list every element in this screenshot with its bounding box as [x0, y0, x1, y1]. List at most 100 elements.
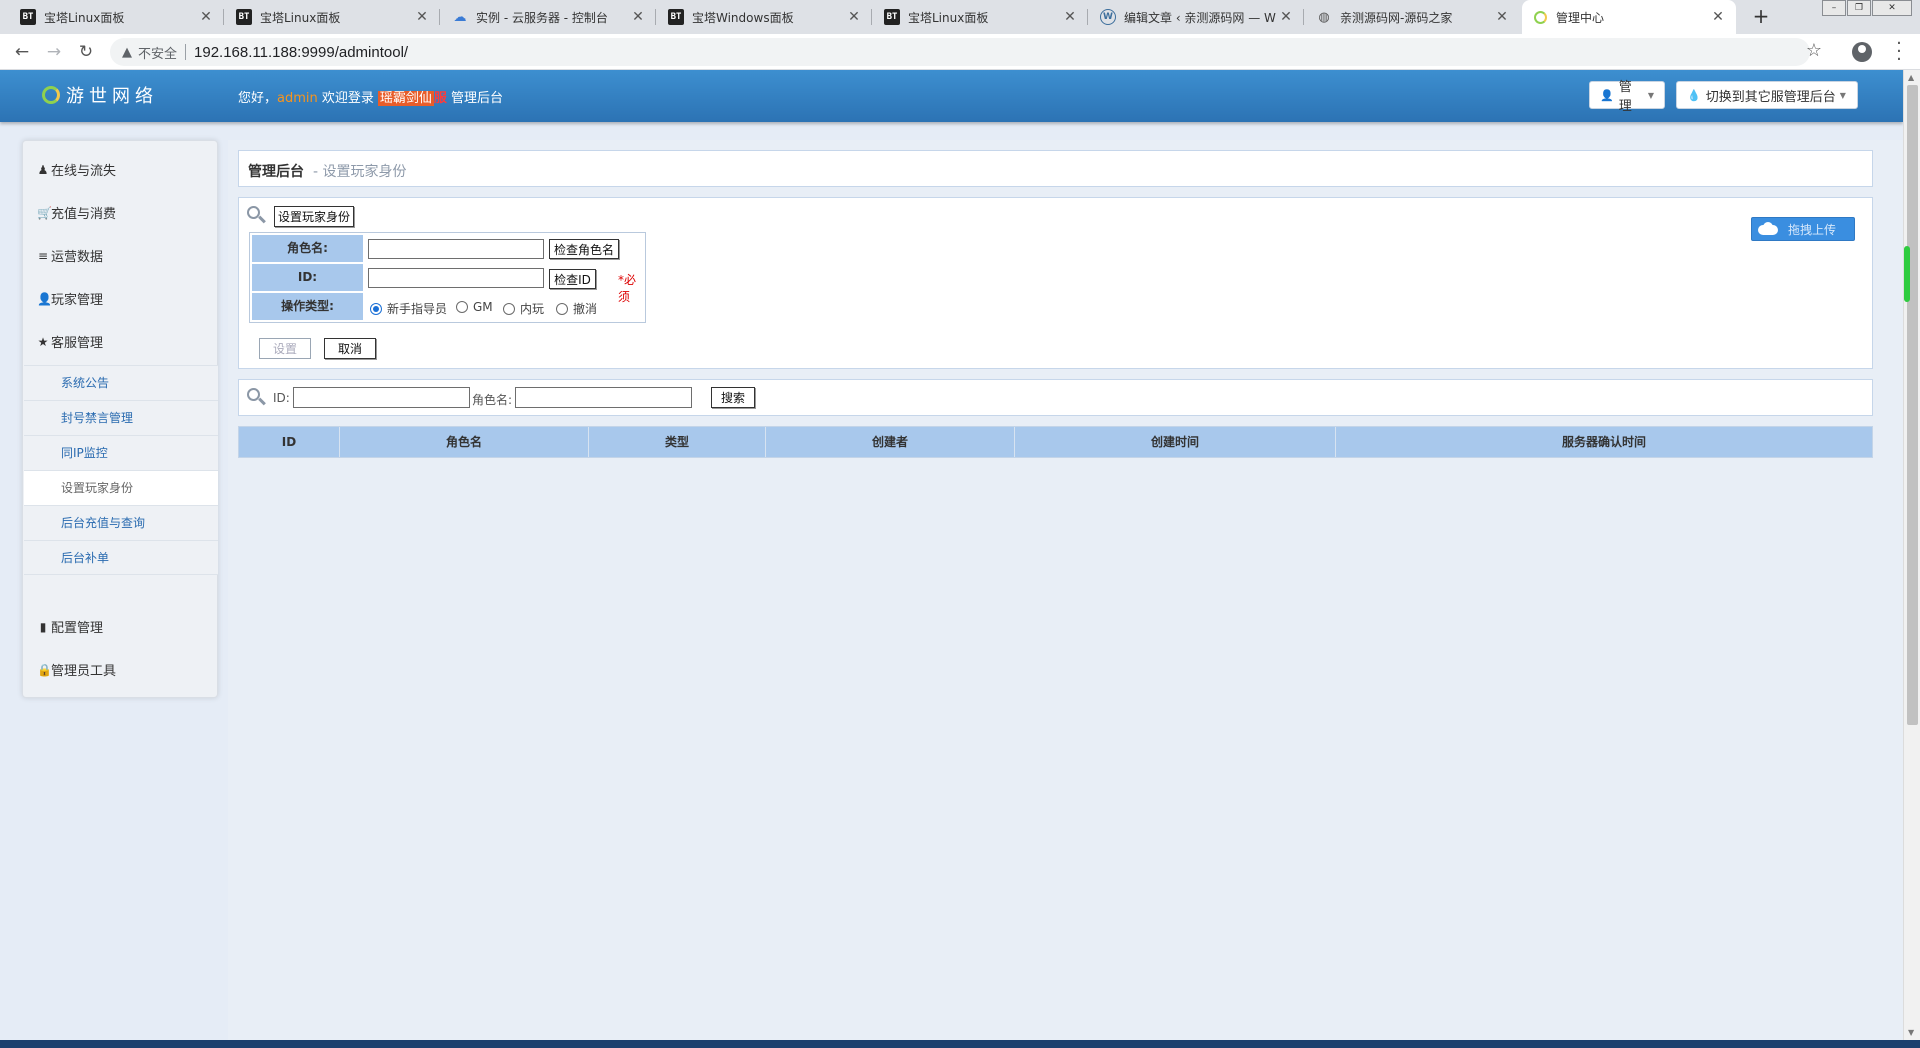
submenu-item-announcement[interactable]: 系统公告 — [24, 365, 218, 400]
submenu-item-order-fix[interactable]: 后台补单 — [24, 540, 218, 575]
set-identity-section-button[interactable]: 设置玩家身份 — [274, 206, 354, 227]
radio-newbie-guide[interactable]: 新手指导员 — [370, 300, 447, 317]
sidebar-item-online[interactable]: ♟ 在线与流失 — [37, 160, 116, 180]
address-bar-row: ← → ↻ ▲ 不安全 192.168.11.188:9999/admintoo… — [0, 34, 1920, 70]
search-role-input[interactable] — [515, 387, 692, 408]
app-header: 游世网络 您好，admin 欢迎登录 瑶霸剑仙服管理后台 👤 管理 ▼ 💧 切换到… — [0, 70, 1903, 122]
sidebar-item-operations[interactable]: ≡ 运营数据 — [37, 246, 103, 266]
game-name: 瑶霸剑仙 — [377, 91, 434, 106]
submenu-item-ip-monitor[interactable]: 同IP监控 — [24, 435, 218, 470]
minimize-button[interactable]: – — [1822, 0, 1846, 16]
admin-label: 管理后台 — [450, 91, 503, 106]
browser-tab[interactable]: BT 宝塔Windows面板 ✕ — [658, 0, 872, 34]
username: admin — [277, 91, 318, 106]
tab-title: 管理中心 — [1556, 10, 1605, 25]
close-icon[interactable]: ✕ — [1710, 9, 1726, 25]
tab-title: 宝塔Linux面板 — [260, 10, 341, 25]
radio-revoke[interactable]: 撤消 — [556, 300, 597, 317]
radio-internal[interactable]: 内玩 — [503, 300, 544, 317]
scrollbar-thumb[interactable] — [1907, 85, 1918, 725]
submit-button[interactable]: 设置 — [259, 338, 311, 359]
check-id-button[interactable]: 检查ID — [549, 269, 596, 289]
cancel-button[interactable]: 取消 — [324, 338, 376, 359]
search-button[interactable]: 搜索 — [711, 387, 755, 408]
switch-server-dropdown-button[interactable]: 💧 切换到其它服管理后台 ▼ — [1676, 81, 1858, 109]
forward-icon[interactable]: → — [42, 40, 66, 64]
book-icon: ▮ — [39, 619, 47, 634]
sidebar-item-config[interactable]: ▮ 配置管理 — [37, 617, 103, 637]
sidebar-item-customer-service[interactable]: ★ 客服管理 — [37, 332, 103, 352]
url-bar[interactable]: ▲ 不安全 192.168.11.188:9999/admintool/ — [110, 38, 1810, 66]
bt-panel-icon: BT — [20, 9, 36, 25]
column-header-server-confirm-time[interactable]: 服务器确认时间 — [1336, 427, 1872, 457]
radio-gm[interactable]: GM — [456, 300, 493, 314]
reload-icon[interactable]: ↻ — [74, 40, 98, 64]
close-icon[interactable]: ✕ — [846, 9, 862, 25]
tab-title: 宝塔Linux面板 — [44, 10, 125, 25]
scroll-up-icon[interactable]: ▲ — [1908, 73, 1914, 82]
browser-tab-active[interactable]: 管理中心 ✕ — [1522, 0, 1736, 34]
greeting: 您好， — [238, 91, 278, 106]
browser-tab[interactable]: ◍ 亲测源码网-源码之家 ✕ — [1306, 0, 1520, 34]
search-id-input[interactable] — [293, 387, 470, 408]
user-icon: 👤 — [1600, 88, 1614, 102]
page-scrollbar[interactable]: ▲ ▼ — [1903, 70, 1920, 1040]
person-icon: ♟ — [37, 162, 49, 177]
drop-icon: 💧 — [1687, 88, 1701, 102]
sidebar-item-label: 玩家管理 — [51, 293, 104, 308]
sidebar-item-admin-tools[interactable]: 🔒 管理员工具 — [37, 660, 116, 680]
close-window-button[interactable]: ✕ — [1872, 0, 1912, 16]
close-icon[interactable]: ✕ — [414, 9, 430, 25]
column-header-id[interactable]: ID — [239, 427, 340, 457]
new-tab-button[interactable]: + — [1748, 4, 1774, 30]
logo[interactable]: 游世网络 — [42, 82, 158, 108]
browser-tab[interactable]: BT 宝塔Linux面板 ✕ — [226, 0, 440, 34]
restore-button[interactable]: ❐ — [1847, 0, 1871, 16]
list-icon: ≡ — [37, 248, 49, 263]
submenu-item-recharge-query[interactable]: 后台充值与查询 — [24, 505, 218, 540]
user-icon: 👤 — [37, 291, 52, 306]
sidebar-item-recharge[interactable]: 🛒 充值与消费 — [37, 203, 117, 223]
close-icon[interactable]: ✕ — [1062, 9, 1078, 25]
cart-icon: 🛒 — [37, 205, 52, 220]
browser-tab[interactable]: ☁ 实例 - 云服务器 - 控制台 ✕ — [442, 0, 656, 34]
radio-icon — [556, 302, 568, 315]
browser-menu-icon[interactable]: · · · — [1893, 35, 1905, 69]
sidebar-item-players[interactable]: 👤 玩家管理 — [37, 289, 104, 309]
profile-avatar-icon[interactable] — [1852, 42, 1872, 62]
column-header-creator[interactable]: 创建者 — [766, 427, 1015, 457]
browser-tab[interactable]: BT 宝塔Linux面板 ✕ — [874, 0, 1088, 34]
id-input[interactable] — [368, 268, 544, 288]
role-name-input[interactable] — [368, 239, 544, 259]
globe-icon: ◍ — [1318, 9, 1330, 25]
sidebar-item-label: 充值与消费 — [51, 207, 117, 222]
submenu-item-set-identity[interactable]: 设置玩家身份 — [24, 470, 218, 505]
column-header-role-name[interactable]: 角色名 — [340, 427, 589, 457]
close-icon[interactable]: ✕ — [1494, 9, 1510, 25]
close-icon[interactable]: ✕ — [198, 9, 214, 25]
column-header-type[interactable]: 类型 — [589, 427, 766, 457]
browser-tab[interactable]: W 编辑文章 ‹ 亲测源码网 — W ✕ — [1090, 0, 1304, 34]
bookmark-star-icon[interactable]: ☆ — [1806, 40, 1822, 61]
search-id-label: ID: — [273, 391, 290, 405]
column-header-created-time[interactable]: 创建时间 — [1015, 427, 1336, 457]
identity-form-table: 角色名: 检查角色名 ID: 检查ID *必须 操作类型: 新手指导员 GM 内… — [249, 232, 646, 323]
check-role-name-button[interactable]: 检查角色名 — [549, 239, 619, 259]
drag-upload-button[interactable]: 拖拽上传 — [1751, 217, 1855, 241]
role-name-row: 角色名: 检查角色名 — [252, 235, 643, 262]
back-icon[interactable]: ← — [10, 40, 34, 64]
submenu-item-ban[interactable]: 封号禁言管理 — [24, 400, 218, 435]
role-name-label: 角色名: — [252, 235, 363, 262]
close-icon[interactable]: ✕ — [1278, 9, 1294, 25]
lock-icon: 🔒 — [37, 662, 52, 677]
scroll-down-icon[interactable]: ▼ — [1908, 1028, 1914, 1037]
browser-tab[interactable]: BT 宝塔Linux面板 ✕ — [10, 0, 224, 34]
tab-title: 宝塔Windows面板 — [692, 10, 794, 25]
operation-type-label: 操作类型: — [252, 293, 363, 320]
page-viewport: 游世网络 您好，admin 欢迎登录 瑶霸剑仙服管理后台 👤 管理 ▼ 💧 切换到… — [0, 70, 1903, 1040]
search-panel: ID: 角色名: 搜索 — [238, 379, 1873, 416]
logo-mark-icon — [42, 86, 60, 104]
close-icon[interactable]: ✕ — [630, 9, 646, 25]
logo-text: 游世网络 — [66, 86, 158, 107]
manage-dropdown-button[interactable]: 👤 管理 ▼ — [1589, 80, 1665, 114]
